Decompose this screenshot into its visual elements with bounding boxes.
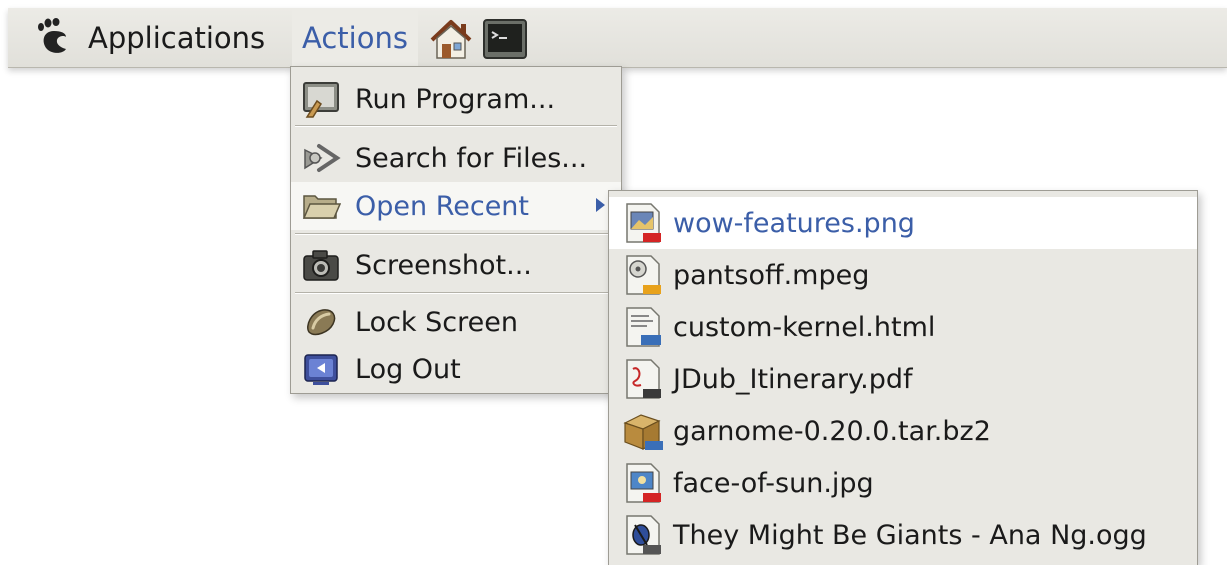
lock-icon [307, 309, 336, 336]
mpeg-file-icon [626, 255, 661, 295]
camera-icon [303, 250, 339, 281]
menu-item-lock-screen[interactable]: Lock Screen [291, 298, 621, 346]
menu-item-label: Search for Files... [355, 142, 588, 174]
recent-item-wow-features[interactable]: wow-features.png [609, 197, 1197, 249]
recent-item-label: custom-kernel.html [673, 311, 936, 343]
png-file-icon [626, 203, 661, 243]
applications-menu[interactable]: Applications [36, 8, 265, 68]
actions-label: Actions [302, 21, 408, 55]
submenu-arrow-icon [596, 198, 605, 212]
recent-item-label: JDub_Itinerary.pdf [673, 363, 913, 395]
separator [295, 233, 617, 235]
menu-item-label: Screenshot... [355, 249, 532, 281]
folder-open-icon [302, 195, 341, 219]
recent-item-label: pantsoff.mpeg [673, 259, 870, 291]
top-panel: Applications Actions [8, 8, 1227, 68]
recent-item-label: face-of-sun.jpg [673, 467, 874, 499]
menu-item-label: Lock Screen [355, 306, 518, 338]
menu-item-label: Log Out [355, 353, 461, 385]
recent-item-pantsoff[interactable]: pantsoff.mpeg [609, 249, 1197, 301]
menu-item-label: Open Recent [355, 190, 530, 222]
separator [295, 125, 617, 127]
menu-item-label: Run Program... [355, 83, 556, 115]
recent-item-custom-kernel[interactable]: custom-kernel.html [609, 301, 1197, 353]
menu-item-search-files[interactable]: Search for Files... [291, 134, 621, 182]
actions-dropdown: Run Program... Search for Files... Open … [290, 66, 622, 394]
menu-item-log-out[interactable]: Log Out [291, 345, 621, 393]
html-file-icon [626, 307, 661, 347]
log-out-icon [304, 354, 338, 385]
run-program-icon [303, 82, 339, 118]
recent-item-label: garnome-0.20.0.tar.bz2 [673, 415, 991, 447]
menu-item-screenshot[interactable]: Screenshot... [291, 241, 621, 289]
recent-item-garnome[interactable]: garnome-0.20.0.tar.bz2 [609, 405, 1197, 457]
gnome-foot-icon [38, 18, 66, 53]
applications-label: Applications [88, 21, 266, 55]
jpg-file-icon [626, 463, 661, 503]
recent-item-ana-ng[interactable]: They Might Be Giants - Ana Ng.ogg [609, 509, 1197, 561]
recent-item-label: wow-features.png [673, 207, 915, 239]
home-folder-icon[interactable] [428, 16, 474, 62]
audio-file-icon [626, 515, 661, 555]
recent-item-jdub-itinerary[interactable]: JDub_Itinerary.pdf [609, 353, 1197, 405]
actions-menu-button[interactable]: Actions [292, 8, 418, 68]
menu-item-open-recent[interactable]: Open Recent [291, 182, 621, 230]
archive-file-icon [623, 414, 663, 450]
recent-item-label: They Might Be Giants - Ana Ng.ogg [673, 519, 1147, 551]
separator [295, 292, 617, 294]
terminal-icon[interactable] [482, 16, 528, 62]
menu-item-run-program[interactable]: Run Program... [291, 75, 621, 123]
pdf-file-icon [626, 359, 661, 399]
search-icon [304, 144, 341, 172]
recent-item-face-of-sun[interactable]: face-of-sun.jpg [609, 457, 1197, 509]
open-recent-submenu: wow-features.png pantsoff.mpeg custom-ke… [608, 190, 1198, 565]
